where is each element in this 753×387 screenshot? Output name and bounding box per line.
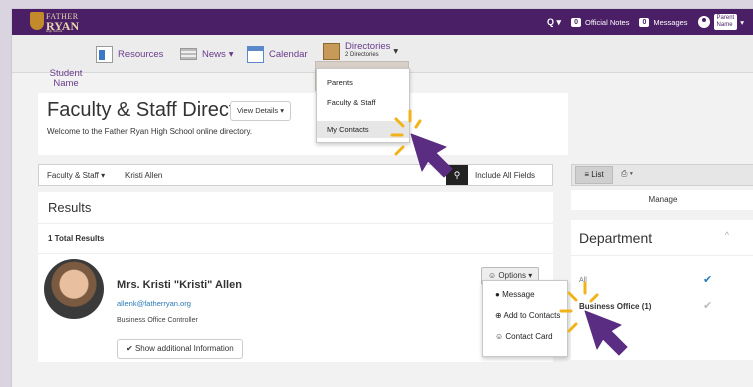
- menu-item-message-label: Message: [502, 290, 535, 299]
- menu-item-contact-card[interactable]: ☺ Contact Card: [495, 332, 553, 341]
- annotation-arrow-add-contacts: [559, 281, 628, 356]
- options-menu: ● Message ⊕ Add to Contacts ☺ Contact Ca…: [482, 280, 568, 357]
- search-icon: Q ▾: [547, 16, 562, 27]
- parent-name-line2: Name: [716, 22, 733, 28]
- user-icon: ☺: [495, 332, 504, 341]
- user-avatar-icon: [697, 16, 710, 28]
- results-panel: Results 1 Total Results Mrs. Kristi "Kri…: [38, 192, 553, 362]
- plus-circle-icon: ⊕: [495, 311, 502, 320]
- calendar-icon: [247, 45, 264, 63]
- arrow-icon: [410, 133, 453, 178]
- department-title: Department: [579, 230, 653, 246]
- comment-icon: ●: [495, 290, 500, 299]
- list-icon: ≡: [584, 170, 589, 179]
- list-view-label: List: [591, 170, 604, 179]
- chevron-down-icon: ▾: [228, 48, 234, 60]
- directories-icon: [323, 42, 340, 60]
- arrow-icon: [584, 310, 628, 356]
- notes-count-badge: 0: [571, 17, 581, 27]
- page-subtitle: Welcome to the Father Ryan High School o…: [47, 127, 253, 136]
- include-all-fields-toggle[interactable]: Include All Fields: [475, 171, 535, 180]
- search-type-select[interactable]: Faculty & Staff ▾: [47, 171, 105, 180]
- search-bar: Faculty & Staff ▾ Kristi Allen ⚲ Include…: [38, 164, 553, 186]
- person-job-title: Business Office Controller: [117, 317, 198, 324]
- user-icon: ☺: [488, 271, 497, 280]
- search-type-label: Faculty & Staff: [47, 171, 99, 180]
- messages-link[interactable]: 0 Messages: [639, 17, 688, 27]
- nav-directories[interactable]: Directories 2 Directories ▾: [323, 32, 398, 70]
- messages-label: Messages: [653, 17, 688, 27]
- list-view-button[interactable]: ≡ List: [575, 166, 613, 184]
- menu-item-parents[interactable]: Parents: [327, 78, 353, 87]
- menu-item-contact-card-label: Contact Card: [505, 332, 553, 341]
- person-email-link[interactable]: allenk@fatherryan.org: [117, 299, 191, 308]
- nav-calendar[interactable]: Calendar: [247, 35, 308, 73]
- options-label: Options: [498, 271, 526, 280]
- caret-down-icon: ▾: [528, 271, 533, 280]
- directory-header: Faculty & Staff Directory View Details ▾…: [38, 93, 568, 155]
- directories-label-group: Directories 2 Directories: [345, 42, 390, 60]
- resources-icon: [96, 45, 113, 63]
- show-additional-info-label: Show additional Information: [134, 344, 234, 353]
- official-notes-label: Official Notes: [584, 17, 630, 27]
- chevron-down-icon: ▾: [740, 17, 744, 27]
- nav-student-name[interactable]: Student Name: [46, 69, 86, 89]
- view-toolbar: ≡ List ⎙ ▾: [571, 164, 753, 186]
- top-bar-right: Q ▾ 0 Official Notes 0 Messages Parent N…: [537, 9, 744, 35]
- app-window: FATHER RYAN High School Q ▾ 0 Official N…: [11, 8, 753, 387]
- view-details-label: View Details: [237, 106, 279, 115]
- nav-directories-label: Directories: [345, 41, 391, 52]
- chevron-up-icon[interactable]: ^: [725, 230, 729, 240]
- caret-down-icon: ▾: [280, 106, 284, 115]
- user-menu[interactable]: Parent Name ▾: [697, 14, 744, 30]
- messages-count-badge: 0: [639, 17, 650, 27]
- view-details-button[interactable]: View Details ▾: [230, 101, 291, 121]
- print-icon: ⎙: [621, 169, 628, 178]
- divider: [38, 253, 553, 254]
- chevron-down-icon: ✔︎: [126, 344, 133, 353]
- official-notes-link[interactable]: 0 Official Notes: [571, 17, 630, 27]
- nav-resources-label: Resources: [118, 48, 164, 60]
- annotation-arrow-my-contacts: [390, 109, 453, 178]
- logo-line3: High School: [46, 29, 63, 33]
- profile-photo: [44, 259, 104, 319]
- nav-calendar-label: Calendar: [269, 48, 308, 60]
- nav-directories-sub: 2 Directories: [345, 52, 379, 58]
- menu-item-add-contacts-label: Add to Contacts: [503, 311, 561, 320]
- results-count: 1 Total Results: [48, 234, 105, 243]
- menu-item-add-contacts[interactable]: ⊕ Add to Contacts: [495, 311, 560, 320]
- menu-item-faculty-staff[interactable]: Faculty & Staff: [327, 98, 376, 107]
- menu-item-message[interactable]: ● Message: [495, 290, 535, 299]
- news-icon: [180, 48, 197, 60]
- school-logo[interactable]: FATHER RYAN High School: [30, 11, 88, 33]
- check-icon: ✔: [703, 274, 713, 286]
- divider: [571, 255, 753, 256]
- search-menu[interactable]: Q ▾: [547, 17, 561, 28]
- results-title: Results: [48, 200, 92, 215]
- chevron-down-icon: ▾: [393, 45, 399, 57]
- nav-resources[interactable]: Resources: [96, 35, 163, 73]
- manage-button[interactable]: Manage: [571, 190, 753, 210]
- nav-news-label: News: [202, 48, 226, 60]
- show-additional-info-button[interactable]: ✔︎ Show additional Information: [117, 339, 243, 359]
- parent-name-line1: Parent: [716, 15, 735, 21]
- divider: [38, 223, 553, 224]
- crest-icon: [30, 12, 44, 30]
- search-input[interactable]: Kristi Allen: [125, 171, 162, 180]
- person-name: Mrs. Kristi "Kristi" Allen: [117, 279, 242, 291]
- print-button[interactable]: ⎙ ▾: [621, 169, 633, 179]
- check-icon: ✔: [703, 300, 713, 312]
- parent-name-badge: Parent Name: [713, 14, 738, 30]
- nav-news[interactable]: News ▾: [180, 35, 234, 73]
